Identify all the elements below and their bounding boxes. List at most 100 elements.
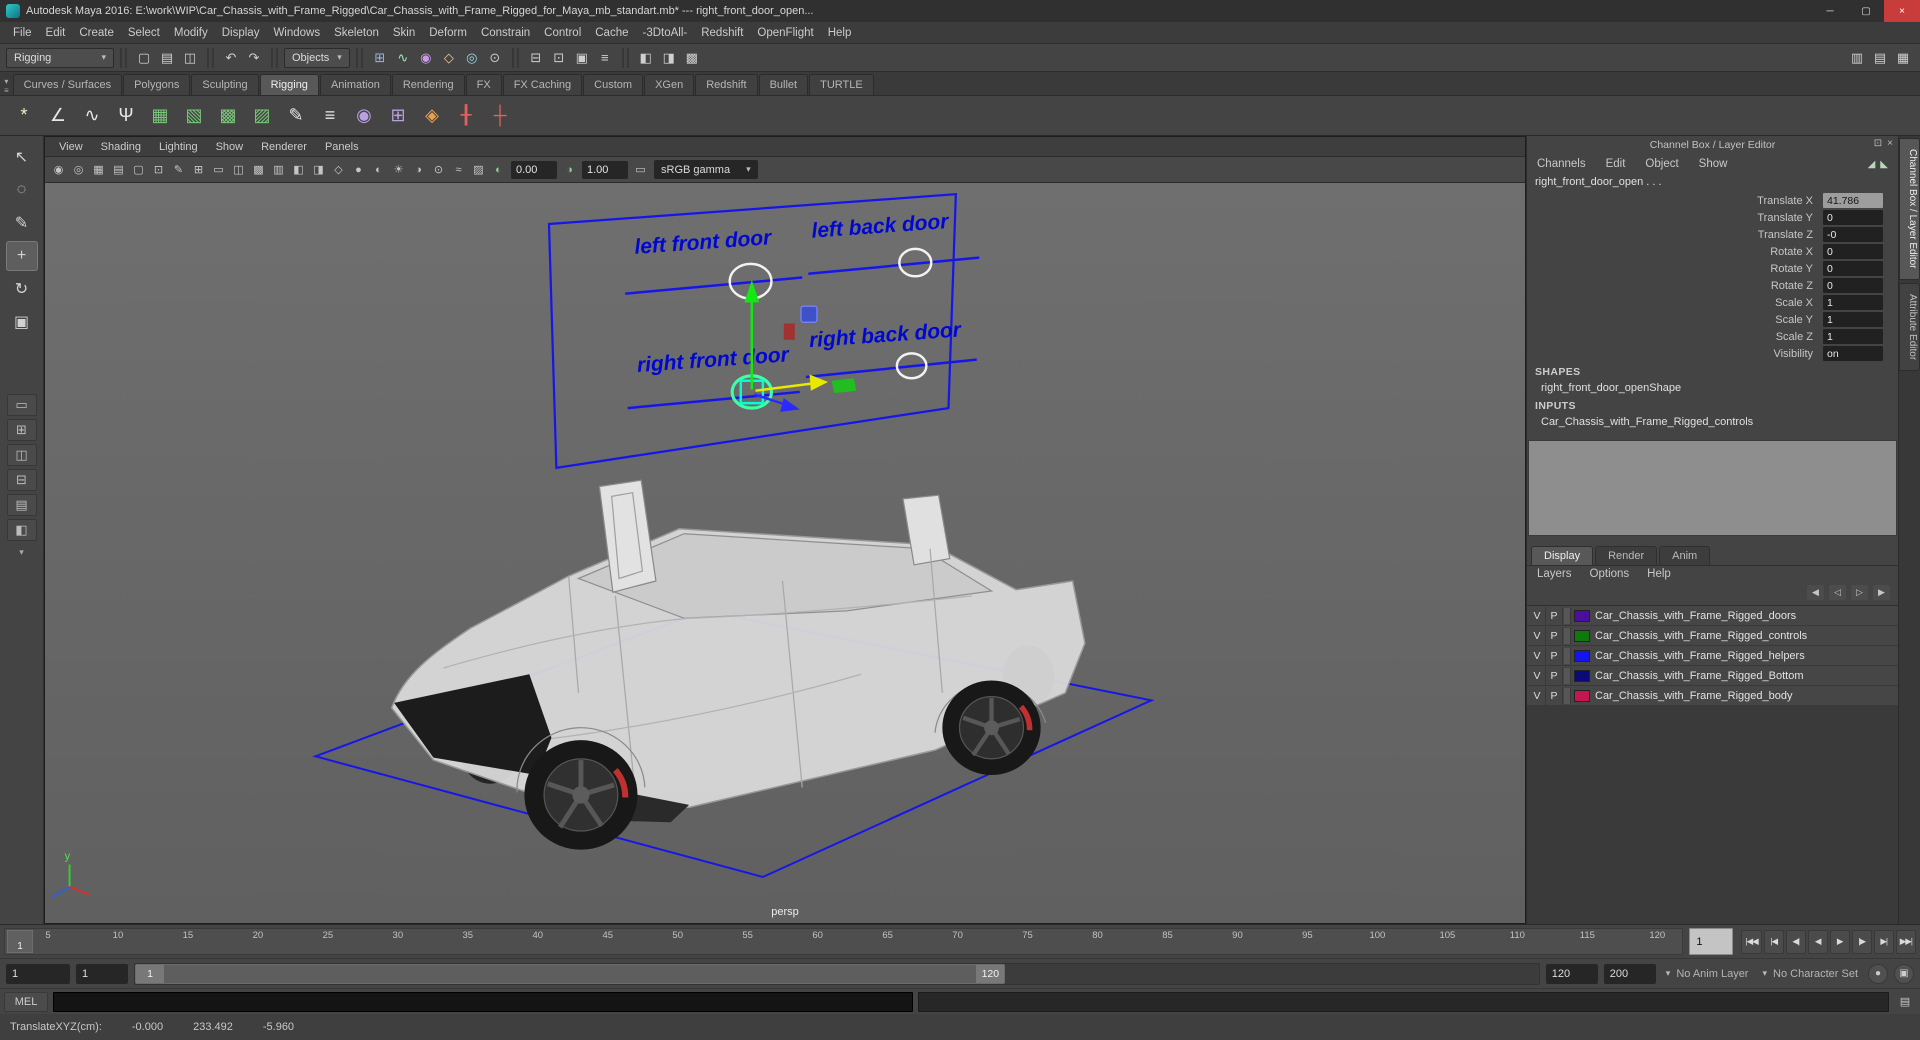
redo-icon[interactable]: ↷ bbox=[243, 47, 265, 69]
cluster-icon[interactable]: ◉ bbox=[348, 100, 380, 132]
channel-box-menu-item[interactable]: Object bbox=[1645, 158, 1678, 170]
close-button[interactable]: × bbox=[1884, 0, 1920, 22]
anim-layer-dropdown[interactable]: ▾ No Anim Layer bbox=[1662, 968, 1753, 980]
shelf-menu-widget[interactable]: ▾ ≡ bbox=[4, 77, 9, 95]
lasso-select-tool[interactable]: ◌ bbox=[6, 175, 38, 205]
channel-value-field[interactable]: 0 bbox=[1823, 210, 1883, 225]
snap-to-point-icon[interactable]: ◉ bbox=[415, 47, 437, 69]
auto-keyframe-toggle[interactable]: ● bbox=[1868, 963, 1888, 984]
step-forward-key-button[interactable]: ▶| bbox=[1873, 929, 1894, 954]
single-pane-layout-button[interactable]: ▭ bbox=[6, 394, 37, 416]
gamma-field[interactable]: 1.00 bbox=[582, 160, 628, 179]
menu-item[interactable]: Create bbox=[72, 24, 121, 42]
move-tool[interactable]: + bbox=[5, 241, 38, 271]
menu-item[interactable]: Select bbox=[121, 24, 167, 42]
layer-editor-tab[interactable]: Display bbox=[1531, 546, 1594, 565]
shadows-icon[interactable]: ◑ bbox=[409, 160, 428, 179]
range-slider-track[interactable]: 1 120 bbox=[134, 962, 1540, 985]
layer-name[interactable]: Car_Chassis_with_Frame_Rigged_doors bbox=[1595, 610, 1796, 622]
input-node-name[interactable]: Car_Chassis_with_Frame_Rigged_controls bbox=[1527, 414, 1898, 430]
shelf-tab[interactable]: Rendering bbox=[391, 74, 465, 95]
panel-dock-icon[interactable]: ⊡ bbox=[1874, 138, 1882, 149]
viewport-canvas[interactable]: left front door left back door right fro… bbox=[45, 183, 1525, 923]
shelf-tab[interactable]: FX bbox=[465, 74, 502, 95]
playback-start-field[interactable]: 1 bbox=[76, 963, 128, 984]
left-front-slider-line[interactable] bbox=[625, 276, 803, 295]
step-back-key-button[interactable]: |◀ bbox=[1763, 929, 1784, 954]
menu-item[interactable]: Windows bbox=[266, 24, 327, 42]
wrap-deformer-icon[interactable]: ◈ bbox=[416, 100, 448, 132]
muscle-icon[interactable]: ╂ bbox=[450, 100, 482, 132]
layer-editor-tab[interactable]: Render bbox=[1595, 546, 1658, 565]
Car_Chassis_with_Frame_Rigged_doors[interactable]: V P Car_Chassis_with_Frame_Rigged_doors bbox=[1527, 606, 1898, 626]
channel-label[interactable]: Scale X bbox=[1527, 297, 1823, 309]
layer-name[interactable]: Car_Chassis_with_Frame_Rigged_controls bbox=[1595, 630, 1807, 642]
gate-mask-icon[interactable]: ▩ bbox=[249, 160, 268, 179]
layer-visibility-toggle[interactable]: V bbox=[1529, 626, 1546, 645]
menu-item[interactable]: Edit bbox=[39, 24, 73, 42]
selection-mask-selector[interactable]: Objects ▾ bbox=[284, 47, 350, 68]
detach-skin-icon[interactable]: ▨ bbox=[246, 100, 278, 132]
scale-tool[interactable]: ▣ bbox=[6, 307, 38, 337]
menu-item[interactable]: Redshift bbox=[694, 24, 750, 42]
layer-editor-menu-item[interactable]: Help bbox=[1647, 568, 1671, 583]
menu-item[interactable]: Display bbox=[215, 24, 267, 42]
view-transform-icon[interactable]: ▭ bbox=[631, 160, 650, 179]
shelf-tab[interactable]: Sculpting bbox=[191, 74, 259, 95]
play-backwards-button[interactable]: ◀ bbox=[1807, 929, 1828, 954]
Car_Chassis_with_Frame_Rigged_body[interactable]: V P Car_Chassis_with_Frame_Rigged_body bbox=[1527, 686, 1898, 706]
command-language-button[interactable]: MEL bbox=[4, 991, 48, 1012]
new-scene-icon[interactable]: ▢ bbox=[133, 47, 155, 69]
playback-range[interactable]: 1 120 bbox=[135, 963, 1006, 984]
motion-blur-icon[interactable]: ≈ bbox=[449, 160, 468, 179]
bind-skin-icon[interactable]: ▦ bbox=[144, 100, 176, 132]
channel-label[interactable]: Rotate Y bbox=[1527, 263, 1823, 275]
layer-visibility-toggle[interactable]: V bbox=[1529, 666, 1546, 685]
channel-label[interactable]: Rotate Z bbox=[1527, 280, 1823, 292]
layer-visibility-toggle[interactable]: V bbox=[1529, 686, 1546, 705]
hypershade-persp-layout-button[interactable]: ▤ bbox=[6, 494, 37, 516]
layer-color-swatch[interactable] bbox=[1574, 689, 1590, 702]
create-joint-icon[interactable]: * bbox=[8, 100, 40, 132]
right-back-slider-line[interactable] bbox=[805, 358, 977, 379]
snap-to-plane-icon[interactable]: ◇ bbox=[438, 47, 460, 69]
minimize-button[interactable]: ─ bbox=[1812, 0, 1848, 22]
channel-box-menu-item[interactable]: Edit bbox=[1606, 158, 1626, 170]
save-scene-icon[interactable]: ◫ bbox=[179, 47, 201, 69]
shelf-tab[interactable]: TURTLE bbox=[809, 74, 874, 95]
rotate-tool[interactable]: ↻ bbox=[6, 274, 38, 304]
layer-playback-toggle[interactable]: P bbox=[1546, 686, 1563, 705]
channel-value-field[interactable]: 1 bbox=[1823, 329, 1883, 344]
go-to-start-button[interactable]: |◀◀ bbox=[1741, 929, 1762, 954]
viewport-menu-item[interactable]: Shading bbox=[93, 139, 149, 155]
layer-playback-toggle[interactable]: P bbox=[1546, 646, 1563, 665]
current-frame-marker[interactable]: 1 bbox=[7, 930, 33, 953]
layer-playback-toggle[interactable]: P bbox=[1546, 666, 1563, 685]
add-empty-layer-button[interactable]: ▷ bbox=[1851, 585, 1868, 600]
make-live-icon[interactable]: ◎ bbox=[461, 47, 483, 69]
shelf-tab[interactable]: FX Caching bbox=[502, 74, 583, 95]
menu-item[interactable]: Cache bbox=[588, 24, 635, 42]
construction-history-icon[interactable]: ▣ bbox=[571, 47, 593, 69]
channel-label[interactable]: Scale Z bbox=[1527, 331, 1823, 343]
layer-editor-menu-item[interactable]: Layers bbox=[1537, 568, 1572, 583]
exposure-toggle-icon[interactable]: ◐ bbox=[489, 160, 508, 179]
muscle-spline-icon[interactable]: ┼ bbox=[484, 100, 516, 132]
Car_Chassis_with_Frame_Rigged_helpers[interactable]: V P Car_Chassis_with_Frame_Rigged_helper… bbox=[1527, 646, 1898, 666]
blue-helper-box[interactable] bbox=[800, 305, 818, 323]
car-model[interactable] bbox=[390, 479, 1086, 850]
layer-editor-tab[interactable]: Anim bbox=[1659, 546, 1711, 565]
select-camera-icon[interactable]: ◉ bbox=[49, 160, 68, 179]
menu-item[interactable]: Modify bbox=[167, 24, 215, 42]
shelf-menu-icon[interactable]: ≡ bbox=[4, 86, 9, 95]
render-current-frame-icon[interactable]: ◧ bbox=[635, 47, 657, 69]
channel-label[interactable]: Rotate X bbox=[1527, 246, 1823, 258]
layer-visibility-toggle[interactable]: V bbox=[1529, 606, 1546, 625]
wireframe-mode-icon[interactable]: ◇ bbox=[329, 160, 348, 179]
list-input-operations-icon[interactable]: ≡ bbox=[594, 47, 616, 69]
viewport-menu-item[interactable]: Show bbox=[208, 139, 252, 155]
layer-playback-toggle[interactable]: P bbox=[1546, 626, 1563, 645]
Car_Chassis_with_Frame_Rigged_controls[interactable]: V P Car_Chassis_with_Frame_Rigged_contro… bbox=[1527, 626, 1898, 646]
attribute-editor-toggle-icon[interactable]: ▥ bbox=[1846, 47, 1868, 69]
sidebar-vertical-tab[interactable]: Attribute Editor bbox=[1899, 282, 1920, 371]
